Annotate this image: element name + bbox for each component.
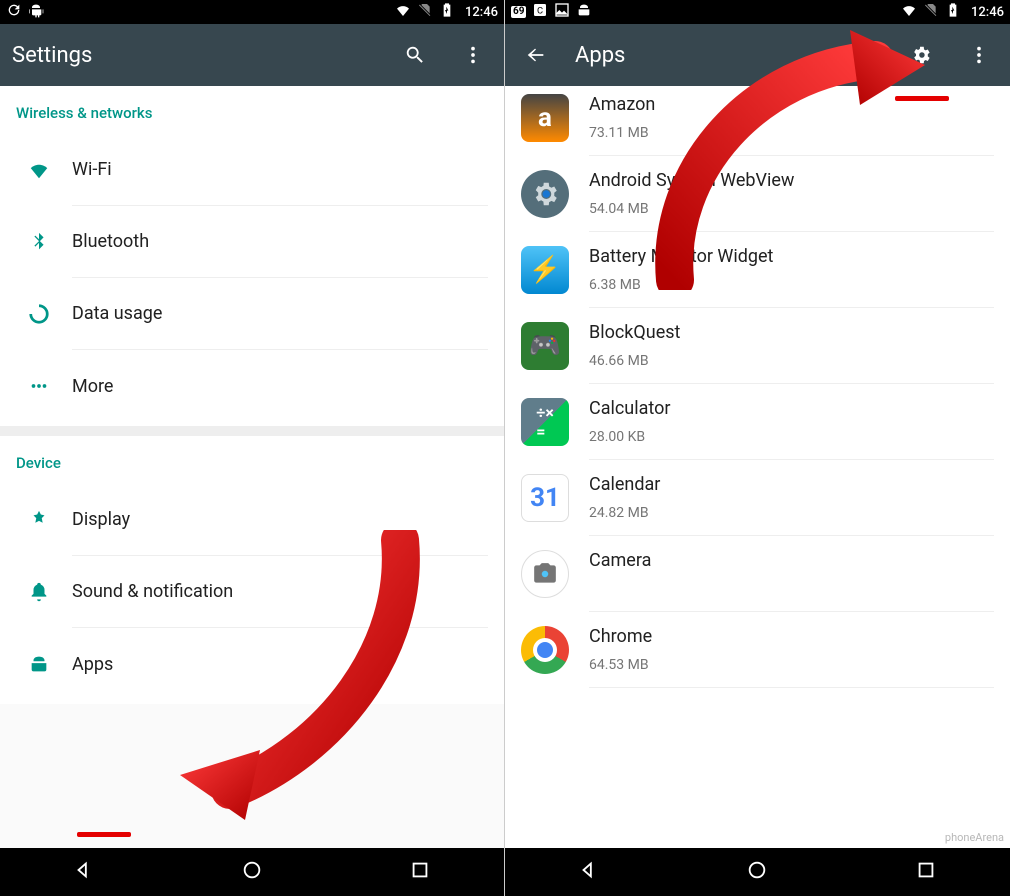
section-header-device: Device (0, 436, 504, 484)
calendar-icon: 31 (521, 474, 569, 522)
gear-icon (521, 170, 569, 218)
bluetooth-icon (28, 231, 72, 253)
nav-home-button[interactable] (716, 849, 798, 895)
nav-recents-button[interactable] (379, 849, 461, 895)
data-usage-icon (28, 303, 72, 325)
app-name: BlockQuest (589, 322, 994, 351)
app-item-chrome[interactable]: Chrome 64.53 MB (505, 612, 1010, 688)
app-size: 73.11 MB (589, 125, 994, 141)
no-sim-icon (923, 2, 939, 22)
nav-home-button[interactable] (211, 849, 293, 895)
apps-screen: 69 C 12:46 Apps a Amazon 73.11 MB Android… (505, 0, 1010, 896)
app-name: Calendar (589, 474, 994, 503)
camera-icon (521, 550, 569, 598)
battery-charging-icon (439, 2, 455, 22)
nav-bar (0, 848, 504, 896)
nav-back-button[interactable] (548, 849, 630, 895)
section-wireless: Wireless & networks Wi-Fi Bluetooth Data… (0, 86, 504, 436)
image-icon (554, 2, 570, 22)
wifi-icon (28, 159, 72, 181)
row-display[interactable]: Display (0, 484, 504, 556)
page-title: Apps (575, 43, 882, 68)
row-label: More (72, 350, 488, 422)
nav-back-button[interactable] (43, 849, 125, 895)
app-item-webview[interactable]: Android System WebView 54.04 MB (505, 156, 1010, 232)
row-bluetooth[interactable]: Bluetooth (0, 206, 504, 278)
section-device: Device Display Sound & notification Apps (0, 436, 504, 704)
app-item-blockquest[interactable]: 🎮 BlockQuest 46.66 MB (505, 308, 1010, 384)
android-icon (28, 2, 44, 22)
app-item-camera[interactable]: Camera (505, 536, 1010, 612)
wifi-icon (395, 2, 411, 22)
row-more[interactable]: More (0, 350, 504, 422)
overflow-button[interactable] (454, 36, 492, 74)
svg-text:C: C (537, 5, 543, 16)
app-icon: 🎮 (521, 322, 569, 370)
android-icon (576, 2, 592, 22)
calculator-icon: ÷×= (521, 398, 569, 446)
status-bar: 12:46 (0, 0, 504, 24)
row-label: Wi-Fi (72, 134, 488, 206)
section-header-wireless: Wireless & networks (0, 86, 504, 134)
settings-screen: 12:46 Settings Wireless & networks Wi-Fi… (0, 0, 505, 896)
bell-icon (28, 581, 72, 603)
app-notification-icon: C (532, 2, 548, 22)
search-button[interactable] (396, 36, 434, 74)
app-item-amazon[interactable]: a Amazon 73.11 MB (505, 86, 1010, 156)
app-size: 6.38 MB (589, 277, 994, 293)
more-icon (28, 375, 72, 397)
apps-icon (28, 653, 72, 675)
clock-text: 12:46 (465, 5, 498, 20)
row-label: Display (72, 484, 488, 556)
row-label: Bluetooth (72, 206, 488, 278)
app-name: Android System WebView (589, 170, 994, 199)
app-name: Amazon (589, 94, 994, 123)
display-icon (28, 509, 72, 531)
app-name: Battery Monitor Widget (589, 246, 994, 275)
chrome-icon (521, 626, 569, 674)
annotation-underline (77, 832, 131, 837)
status-bar: 69 C 12:46 (505, 0, 1010, 24)
watermark: phoneArena (945, 831, 1004, 844)
apps-list: a Amazon 73.11 MB Android System WebView 5… (505, 86, 1010, 848)
back-button[interactable] (517, 36, 555, 74)
refresh-icon (6, 2, 22, 22)
battery-charging-icon (945, 2, 961, 22)
overflow-button[interactable] (960, 36, 998, 74)
app-name: Calculator (589, 398, 994, 427)
row-data-usage[interactable]: Data usage (0, 278, 504, 350)
row-label: Data usage (72, 278, 488, 350)
row-apps[interactable]: Apps (0, 628, 504, 700)
clock-text: 12:46 (971, 5, 1004, 20)
gear-button[interactable] (902, 36, 940, 74)
app-size: 54.04 MB (589, 201, 994, 217)
nav-bar (505, 848, 1010, 896)
app-item-calendar[interactable]: 31 Calendar 24.82 MB (505, 460, 1010, 536)
app-size: 24.82 MB (589, 505, 994, 521)
nav-recents-button[interactable] (885, 849, 967, 895)
row-sound[interactable]: Sound & notification (0, 556, 504, 628)
battery-icon: ⚡ (521, 246, 569, 294)
app-item-calculator[interactable]: ÷×= Calculator 28.00 KB (505, 384, 1010, 460)
wifi-icon (901, 2, 917, 22)
app-name: Chrome (589, 626, 994, 655)
app-icon: a (521, 94, 569, 142)
row-label: Apps (72, 628, 488, 700)
row-wifi[interactable]: Wi-Fi (0, 134, 504, 206)
app-name: Camera (589, 550, 994, 595)
app-item-battery[interactable]: ⚡ Battery Monitor Widget 6.38 MB (505, 232, 1010, 308)
app-bar-settings: Settings (0, 24, 504, 86)
app-bar-apps: Apps (505, 24, 1010, 86)
notification-badge: 69 (511, 6, 526, 18)
app-size: 46.66 MB (589, 353, 994, 369)
no-sim-icon (417, 2, 433, 22)
page-title: Settings (12, 43, 376, 68)
row-label: Sound & notification (72, 556, 488, 628)
app-size: 64.53 MB (589, 657, 994, 673)
app-size: 28.00 KB (589, 429, 994, 445)
